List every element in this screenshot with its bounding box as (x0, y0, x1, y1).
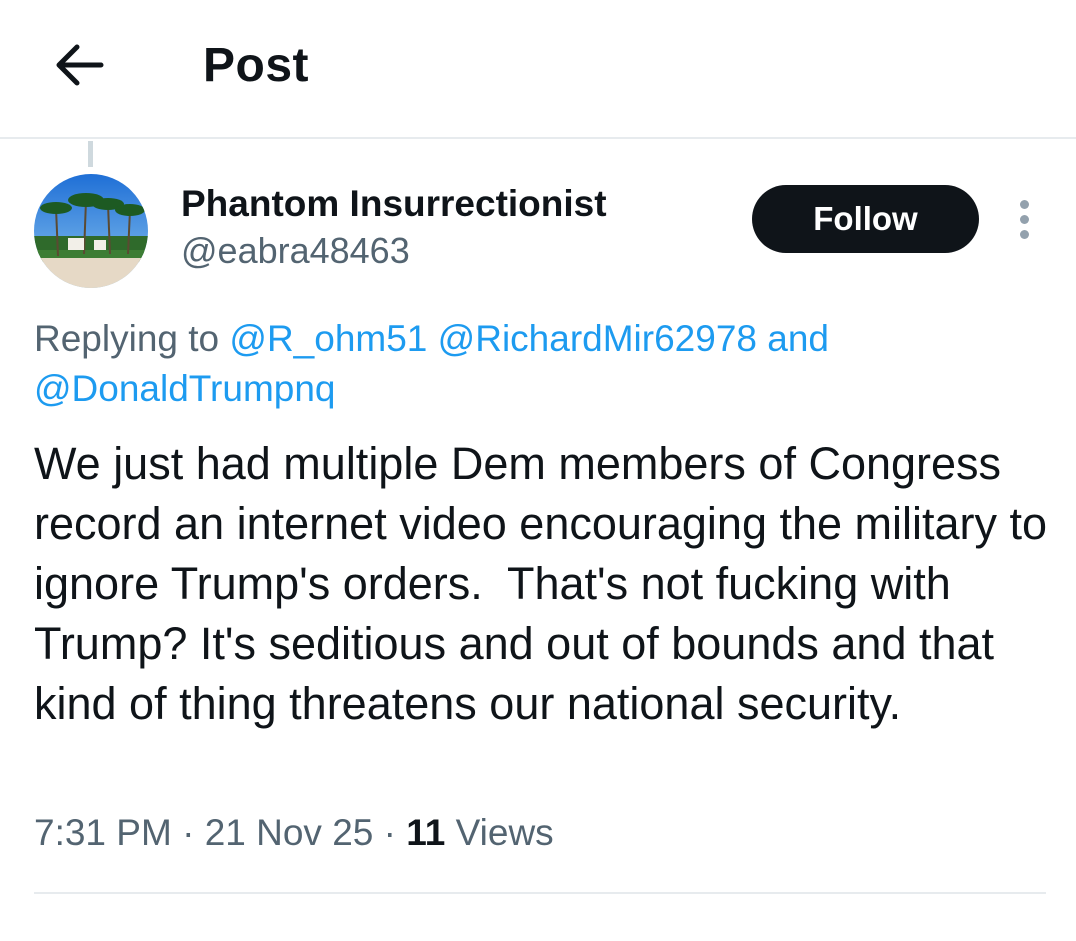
mention-conjunction[interactable]: and (767, 318, 829, 359)
author-name[interactable]: Phantom Insurrectionist (181, 183, 607, 225)
more-vertical-icon (1019, 199, 1029, 209)
meta-separator: · (383, 812, 396, 853)
views-label: Views (455, 812, 554, 853)
back-button[interactable] (48, 34, 110, 96)
thread-connector-line (88, 141, 93, 167)
arrow-left-icon (56, 44, 104, 86)
replying-to: Replying to @R_ohm51 @RichardMir62978 an… (34, 314, 1044, 414)
mention-link[interactable]: @RichardMir62978 (438, 318, 757, 359)
mention-link[interactable]: @DonaldTrumpnq (34, 368, 336, 409)
follow-button[interactable]: Follow (752, 185, 979, 253)
views-count: 11 (406, 812, 446, 853)
page-title: Post (203, 39, 310, 92)
divider (34, 892, 1046, 894)
replying-to-label: Replying to (34, 318, 220, 359)
meta-separator: · (182, 812, 195, 853)
author-handle[interactable]: @eabra48463 (181, 230, 410, 272)
post-text: We just had multiple Dem members of Cong… (34, 438, 1060, 729)
more-options-button[interactable] (1004, 197, 1044, 241)
post-metadata: 7:31 PM · 21 Nov 25 · 11 Views (34, 812, 554, 854)
avatar[interactable] (34, 174, 148, 288)
post-date[interactable]: 21 Nov 25 (205, 812, 374, 853)
mention-link[interactable]: @R_ohm51 (229, 318, 427, 359)
post-time[interactable]: 7:31 PM (34, 812, 172, 853)
top-bar: Post (0, 0, 1076, 139)
